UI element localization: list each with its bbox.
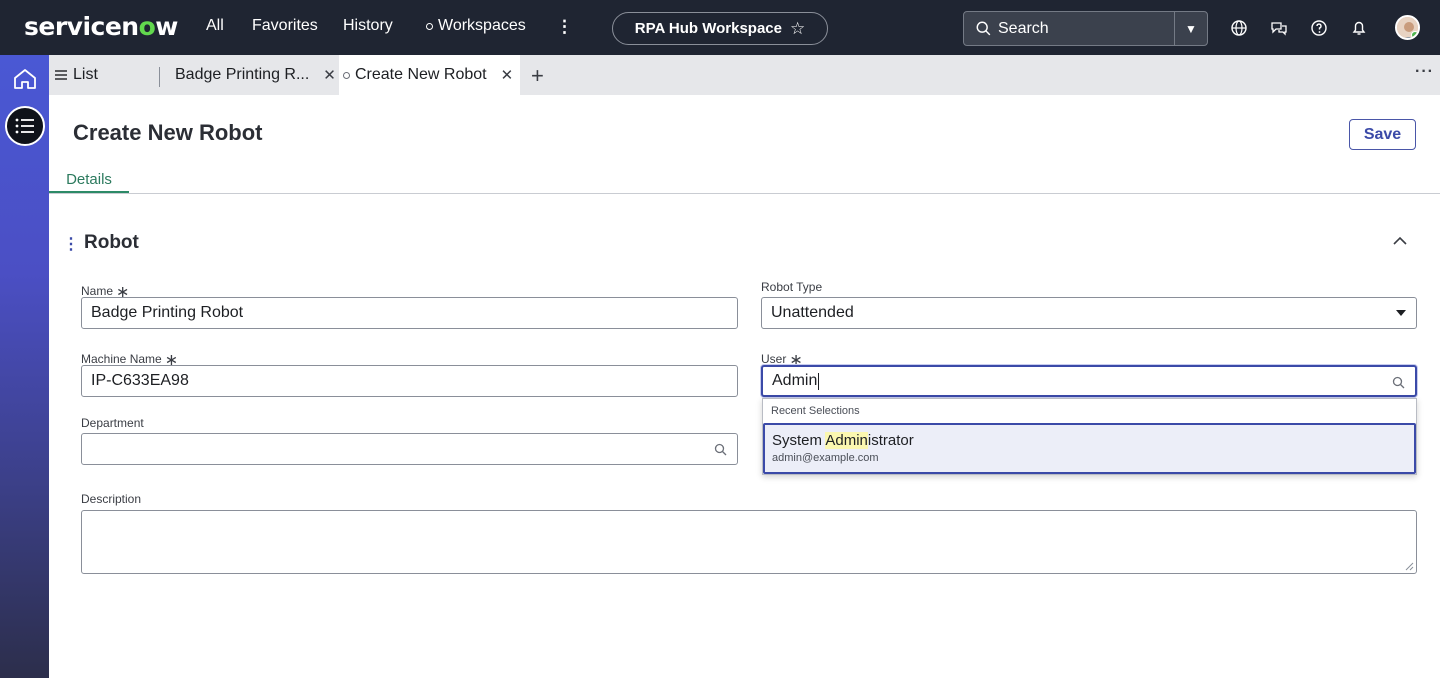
robot-type-select[interactable]: Unattended bbox=[761, 297, 1417, 329]
tab-list[interactable]: List bbox=[55, 55, 98, 95]
description-textarea[interactable] bbox=[81, 510, 1417, 574]
resize-handle-icon[interactable] bbox=[1405, 562, 1414, 571]
chevron-up-icon[interactable] bbox=[1392, 234, 1408, 246]
tab-create-new-robot[interactable]: Create New Robot ✕ bbox=[339, 55, 520, 95]
global-search[interactable]: Search ▼ bbox=[963, 11, 1208, 46]
text-caret bbox=[818, 372, 820, 390]
bell-icon[interactable] bbox=[1349, 18, 1369, 38]
add-tab-icon[interactable]: + bbox=[531, 63, 544, 89]
servicenow-logo[interactable]: servicenow bbox=[24, 12, 178, 41]
robot-type-value: Unattended bbox=[771, 304, 854, 321]
close-icon[interactable]: ✕ bbox=[323, 66, 336, 84]
chat-icon[interactable] bbox=[1269, 18, 1289, 38]
search-scope-dropdown[interactable]: ▼ bbox=[1174, 12, 1207, 45]
suggestion-name: System Administrator bbox=[772, 432, 914, 449]
left-rail bbox=[0, 55, 49, 678]
user-suggestions-dropdown: Recent Selections System Administrator a… bbox=[762, 398, 1417, 475]
workspace-pill[interactable]: RPA Hub Workspace ☆ bbox=[612, 12, 828, 45]
match-highlight: Admin bbox=[825, 432, 868, 449]
nav-all[interactable]: All bbox=[206, 17, 224, 35]
list-menu-button[interactable] bbox=[5, 106, 45, 146]
tab-badge-printing[interactable]: Badge Printing R... ✕ bbox=[175, 55, 336, 95]
list-lines-icon bbox=[55, 70, 67, 80]
user-value: Admin bbox=[772, 372, 818, 389]
name-field[interactable]: Badge Printing Robot bbox=[81, 297, 738, 329]
suggestion-option[interactable]: System Administrator admin@example.com bbox=[763, 423, 1416, 474]
divider bbox=[49, 193, 1440, 194]
top-navigation-bar: servicenow All Favorites History Workspa… bbox=[0, 0, 1440, 55]
tab-list-label: List bbox=[73, 66, 98, 83]
tab-details[interactable]: Details bbox=[49, 160, 129, 194]
user-field[interactable]: Admin bbox=[761, 365, 1417, 397]
unsaved-indicator-icon bbox=[343, 71, 350, 79]
online-status-dot bbox=[1411, 31, 1418, 38]
close-icon[interactable]: ✕ bbox=[501, 66, 514, 84]
globe-icon[interactable] bbox=[1229, 18, 1249, 38]
department-field[interactable] bbox=[81, 433, 738, 465]
dropdown-arrow-icon bbox=[1396, 310, 1406, 316]
suggestion-email: admin@example.com bbox=[772, 452, 879, 464]
more-menu-icon[interactable]: ⋮ bbox=[556, 17, 573, 37]
workspace-pill-label: RPA Hub Workspace bbox=[634, 20, 782, 37]
department-label: Department bbox=[81, 416, 144, 430]
tab-divider bbox=[159, 67, 160, 87]
search-input[interactable]: Search bbox=[998, 20, 1174, 38]
help-icon[interactable] bbox=[1309, 18, 1329, 38]
home-icon[interactable] bbox=[12, 67, 38, 91]
description-label: Description bbox=[81, 492, 142, 506]
nav-history[interactable]: History bbox=[343, 17, 393, 35]
machine-name-value: IP-C633EA98 bbox=[91, 372, 189, 389]
search-icon[interactable] bbox=[1392, 376, 1405, 389]
machine-name-field[interactable]: IP-C633EA98 bbox=[81, 365, 738, 397]
search-icon[interactable] bbox=[714, 443, 727, 456]
save-button[interactable]: Save bbox=[1349, 119, 1416, 150]
section-title: Robot bbox=[84, 232, 139, 253]
nav-favorites[interactable]: Favorites bbox=[252, 17, 318, 35]
robot-type-label: Robot Type bbox=[761, 280, 823, 294]
tab-badge-label: Badge Printing R... bbox=[175, 66, 310, 83]
star-icon[interactable]: ☆ bbox=[790, 19, 805, 39]
name-value: Badge Printing Robot bbox=[91, 304, 244, 321]
drag-handle-icon[interactable]: ⋮ bbox=[63, 234, 79, 254]
recent-selections-header: Recent Selections bbox=[771, 405, 860, 417]
tab-strip: List Badge Printing R... ✕ Create New Ro… bbox=[49, 55, 1440, 95]
user-avatar[interactable] bbox=[1395, 15, 1420, 40]
page-title: Create New Robot bbox=[73, 120, 263, 145]
tab-active-label: Create New Robot bbox=[355, 66, 487, 83]
workspace-indicator-icon bbox=[426, 23, 433, 30]
more-options-icon[interactable]: ··· bbox=[1415, 63, 1434, 81]
nav-workspaces[interactable]: Workspaces bbox=[426, 17, 526, 35]
nav-workspaces-label: Workspaces bbox=[438, 17, 526, 34]
search-icon bbox=[976, 21, 991, 35]
list-icon bbox=[15, 118, 34, 134]
